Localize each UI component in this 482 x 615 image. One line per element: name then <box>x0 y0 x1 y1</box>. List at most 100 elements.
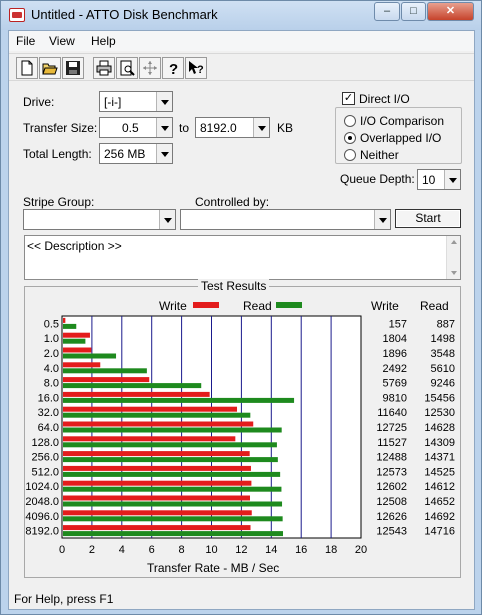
new-button[interactable] <box>16 57 38 79</box>
write-bar <box>63 480 252 486</box>
write-value: 12508 <box>376 496 407 508</box>
print-preview-button[interactable] <box>116 57 138 79</box>
new-icon <box>21 60 33 76</box>
stripe-group-select[interactable] <box>23 209 176 230</box>
read-value: 14525 <box>424 466 455 478</box>
window-title: Untitled - ATTO Disk Benchmark <box>31 7 218 22</box>
write-bar <box>63 436 236 442</box>
write-value: 12573 <box>376 466 407 478</box>
read-bar <box>63 368 147 374</box>
neither-label: Neither <box>360 148 399 162</box>
write-value: 1896 <box>383 348 407 360</box>
read-bar <box>63 501 283 507</box>
write-bar <box>63 347 92 353</box>
kb-label: KB <box>277 121 294 135</box>
x-tick-label: 18 <box>325 544 337 556</box>
minimize-button[interactable]: – <box>374 2 400 21</box>
write-bar <box>63 495 250 501</box>
app-icon <box>9 8 25 22</box>
start-button[interactable]: Start <box>395 209 461 228</box>
total-length-select[interactable]: 256 MB <box>99 143 173 164</box>
x-tick-label: 14 <box>265 544 277 556</box>
maximize-button[interactable]: □ <box>401 2 426 21</box>
read-bar <box>63 516 283 522</box>
menu-bar: File View Help <box>9 31 474 51</box>
y-category-label: 256.0 <box>31 452 59 464</box>
help-icon: ? <box>169 61 178 76</box>
read-value: 5610 <box>431 363 455 375</box>
print-button[interactable] <box>93 57 115 79</box>
neither-radio[interactable] <box>344 149 356 161</box>
scroll-arrows-icon <box>451 240 457 275</box>
transfer-size-from-select[interactable]: 0.5 <box>99 117 173 138</box>
overlapped-io-radio[interactable] <box>344 132 356 144</box>
x-tick-label: 10 <box>205 544 217 556</box>
write-value: 12488 <box>376 452 407 464</box>
x-tick-label: 4 <box>119 544 125 556</box>
drive-select[interactable]: [-i-] <box>99 91 173 112</box>
queue-depth-select[interactable]: 10 <box>417 169 461 190</box>
write-bar <box>63 377 150 383</box>
save-button[interactable] <box>62 57 84 79</box>
write-bar <box>63 451 250 457</box>
write-value: 12602 <box>376 481 407 493</box>
read-value: 3548 <box>431 348 455 360</box>
read-bar <box>63 412 251 418</box>
y-category-label: 2048.0 <box>25 496 59 508</box>
drive-label: Drive: <box>23 95 55 109</box>
menu-view[interactable]: View <box>49 34 75 48</box>
description-scrollbar[interactable] <box>446 236 460 279</box>
toolbar: ? ? <box>9 53 474 81</box>
y-category-label: 128.0 <box>31 437 59 449</box>
bar-chart: 0 2 4 6 8 10 12 14 16 18 20 0.5 157 887 1.0 1804 1498 2.0… <box>25 315 455 556</box>
read-value: 12530 <box>424 407 455 419</box>
write-value: 12725 <box>376 422 407 434</box>
controlled-by-label: Controlled by: <box>195 195 270 209</box>
write-value: 5769 <box>383 378 407 390</box>
menu-file[interactable]: File <box>16 34 35 48</box>
write-value: 11640 <box>377 407 407 419</box>
x-tick-label: 6 <box>149 544 155 556</box>
chevron-down-icon <box>374 210 390 229</box>
direct-io-checkbox[interactable]: ✓ <box>342 92 355 105</box>
description-box[interactable]: << Description >> <box>24 235 461 280</box>
y-category-label: 4096.0 <box>25 511 59 523</box>
title-bar[interactable]: Untitled - ATTO Disk Benchmark – □ ✕ <box>1 1 481 30</box>
read-bar <box>63 427 282 433</box>
read-bar <box>63 531 284 537</box>
chevron-down-icon <box>253 118 269 137</box>
context-help-icon: ? <box>189 61 204 76</box>
io-comparison-radio[interactable] <box>344 115 356 127</box>
transfer-size-label: Transfer Size: <box>23 121 98 135</box>
chevron-down-icon <box>156 118 172 137</box>
move-button[interactable] <box>139 57 161 79</box>
write-bar <box>63 510 252 516</box>
transfer-size-to-select[interactable]: 8192.0 <box>195 117 270 138</box>
y-category-label: 4.0 <box>44 363 59 375</box>
write-value: 12543 <box>376 526 407 538</box>
read-value: 14612 <box>424 481 455 493</box>
read-bar <box>63 442 277 448</box>
menu-help[interactable]: Help <box>91 34 116 48</box>
close-button[interactable]: ✕ <box>427 2 474 21</box>
read-value: 15456 <box>424 392 455 404</box>
chevron-down-icon <box>156 92 172 111</box>
app-window: Untitled - ATTO Disk Benchmark – □ ✕ Fil… <box>0 0 482 615</box>
help-button[interactable]: ? <box>162 57 184 79</box>
direct-io-label: Direct I/O <box>359 92 410 106</box>
read-bar <box>63 397 295 403</box>
stripe-group-label: Stripe Group: <box>23 195 95 209</box>
open-button[interactable] <box>39 57 61 79</box>
status-text: For Help, press F1 <box>14 592 114 606</box>
to-label: to <box>179 121 190 135</box>
y-category-label: 1.0 <box>44 333 59 345</box>
client-area: File View Help ? ? Drive: [-i-] Transfer… <box>8 30 475 610</box>
controlled-by-select[interactable] <box>180 209 391 230</box>
write-value: 1804 <box>383 333 407 345</box>
chevron-down-icon <box>159 210 175 229</box>
save-icon <box>66 61 80 75</box>
chevron-down-icon <box>444 170 460 189</box>
write-value: 11527 <box>377 437 407 449</box>
context-help-button[interactable]: ? <box>185 57 207 79</box>
print-icon <box>96 60 112 76</box>
